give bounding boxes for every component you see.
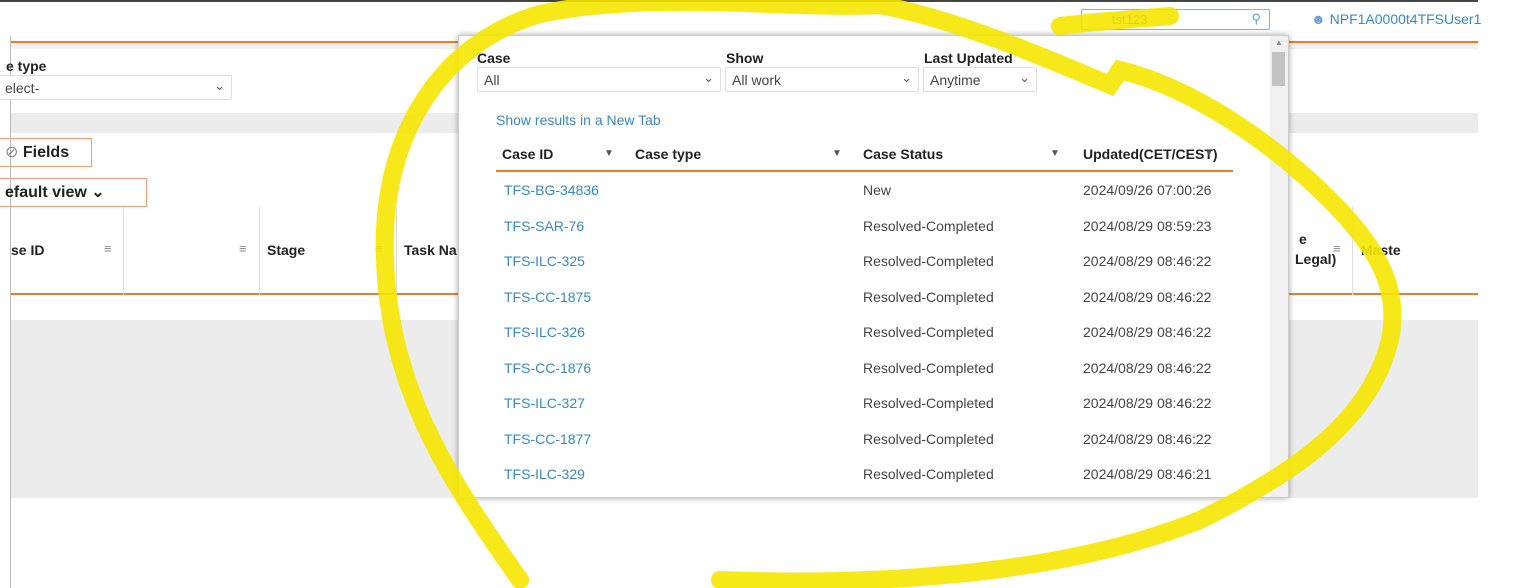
show-results-new-tab-link[interactable]: Show results in a New Tab: [496, 112, 661, 128]
view-label: efault view: [5, 184, 87, 201]
updated-time: 2024/08/29 08:46:22: [1083, 359, 1212, 376]
filter-icon[interactable]: ≡: [239, 241, 247, 256]
result-row: TFS-ILC-326 Resolved-Completed 2024/08/29 …: [496, 316, 1233, 351]
column-case-id[interactable]: se ID ≡: [11, 207, 124, 295]
case-id-link[interactable]: TFS-CC-1877: [504, 431, 591, 447]
case-id-link[interactable]: TFS-CC-1875: [504, 289, 591, 305]
column-master[interactable]: Maste: [1353, 207, 1413, 295]
updated-time: 2024/09/26 07:00:26: [1083, 182, 1212, 198]
column-case-status[interactable]: Case Status: [863, 146, 943, 162]
filter-icon[interactable]: ≡: [104, 241, 112, 256]
case-id-link[interactable]: TFS-CC-1876: [504, 360, 591, 376]
updated-time: 2024/08/29 08:59:23: [1083, 217, 1212, 234]
result-row: TFS-SAR-76 Resolved-Completed 2024/08/29 0…: [496, 210, 1233, 245]
results-table-header: Case ID ▼ Case type ▼ Case Status ▼ Updated…: [496, 140, 1233, 172]
chevron-down-icon: ⌄: [703, 70, 714, 85]
column-label: Stage: [267, 242, 306, 258]
case-status: Resolved-Completed: [863, 288, 994, 305]
show-filter-value: All work: [732, 72, 782, 88]
case-id-link[interactable]: TFS-ILC-326: [504, 324, 585, 340]
case-status: Resolved-Completed: [863, 359, 994, 376]
updated-time: 2024/08/29 08:46:22: [1083, 430, 1212, 447]
updated-time: 2024/08/29 08:46:22: [1083, 253, 1212, 269]
filter-icon[interactable]: ≡: [375, 241, 383, 256]
result-row: TFS-ILC-325 Resolved-Completed 2024/08/29 …: [496, 245, 1233, 280]
column-2[interactable]: ≡: [124, 207, 260, 295]
case-filter-select[interactable]: All ⌄: [477, 67, 721, 92]
chevron-down-icon: ⌄: [1019, 70, 1030, 85]
result-row: TFS-ILC-329 Resolved-Completed 2024/08/29 …: [496, 458, 1233, 493]
updated-time: 2024/08/29 08:46:22: [1083, 288, 1212, 305]
case-status: Resolved-Completed: [863, 253, 994, 269]
filter-icon[interactable]: ▼: [1204, 148, 1214, 159]
updated-time: 2024/08/29 08:46:22: [1083, 395, 1212, 411]
result-row: TFS-CC-1877 Resolved-Completed 2024/08/29 …: [496, 423, 1233, 458]
show-filter-label: Show: [726, 50, 764, 66]
result-row: TFS-BG-34836 New 2024/09/26 07:00:26: [496, 174, 1233, 209]
case-status: Resolved-Completed: [863, 466, 994, 482]
updated-filter-select[interactable]: Anytime ⌄: [923, 67, 1037, 92]
case-status: Resolved-Completed: [863, 395, 994, 411]
column-updated[interactable]: Updated(CET/CEST): [1083, 146, 1218, 162]
search-input[interactable]: [1112, 12, 1262, 27]
column-label: Maste: [1361, 242, 1401, 258]
user-name: NPF1A0000t4TFSUser1: [1329, 11, 1482, 27]
updated-filter-value: Anytime: [930, 72, 981, 88]
updated-filter-label: Last Updated: [924, 50, 1013, 66]
case-status: New: [863, 182, 892, 198]
chevron-down-icon: ⌄: [901, 70, 912, 85]
scrollbar[interactable]: ▲: [1270, 36, 1288, 497]
case-status: Resolved-Completed: [863, 324, 994, 340]
search-icon[interactable]: ⚲: [1251, 11, 1261, 27]
fields-button[interactable]: ⊘ Fields: [0, 138, 92, 167]
case-status: Resolved-Completed: [863, 217, 994, 234]
updated-time: 2024/08/29 08:46:22: [1083, 324, 1212, 340]
result-row: TFS-CC-1875 Resolved-Completed 2024/08/29 …: [496, 281, 1233, 316]
result-row: TFS-CC-1876 Resolved-Completed 2024/08/29 …: [496, 352, 1233, 387]
user-icon: ☻: [1311, 11, 1326, 27]
scroll-up-icon[interactable]: ▲: [1275, 38, 1283, 47]
case-id-link[interactable]: TFS-ILC-329: [504, 466, 585, 482]
search-box[interactable]: ⚲: [1081, 9, 1270, 30]
column-label: e: [1299, 231, 1307, 247]
case-type-label: e type: [6, 58, 47, 74]
filter-icon[interactable]: ▼: [832, 148, 842, 159]
show-filter-select[interactable]: All work ⌄: [725, 67, 919, 92]
column-case-type[interactable]: Case type: [635, 146, 701, 162]
filter-icon[interactable]: ≡: [1333, 241, 1341, 256]
scrollbar-thumb[interactable]: [1272, 52, 1285, 86]
view-select-button[interactable]: efault view ⌄: [0, 178, 147, 207]
case-type-select[interactable]: elect- ⌄: [0, 75, 232, 100]
filter-icon[interactable]: ▼: [1050, 148, 1060, 159]
top-border: [0, 0, 1478, 2]
column-label: se ID: [11, 242, 45, 258]
filter-icon[interactable]: ▼: [604, 148, 614, 159]
case-type-value: elect-: [5, 80, 40, 96]
case-status: Resolved-Completed: [863, 430, 994, 447]
case-id-link[interactable]: TFS-BG-34836: [504, 182, 599, 198]
fields-label: Fields: [22, 144, 70, 161]
case-filter-value: All: [484, 72, 500, 88]
case-id-link[interactable]: TFS-ILC-325: [504, 253, 585, 269]
search-results-popup: Case All ⌄ Show All work ⌄ Last Updated An…: [458, 35, 1289, 498]
case-id-link[interactable]: TFS-ILC-327: [504, 395, 585, 411]
column-case-id[interactable]: Case ID: [502, 146, 553, 162]
column-label: Task Na: [404, 242, 457, 258]
case-filter-label: Case: [477, 50, 511, 66]
updated-time: 2024/08/29 08:46:21: [1083, 466, 1212, 482]
result-row: TFS-ILC-327 Resolved-Completed 2024/08/29 …: [496, 387, 1233, 422]
chevron-down-icon: ⌄: [91, 184, 105, 201]
column-label: Legal): [1295, 251, 1337, 267]
chevron-down-icon: ⌄: [214, 78, 225, 93]
case-id-link[interactable]: TFS-SAR-76: [504, 218, 584, 234]
eye-slash-icon: ⊘: [5, 144, 19, 161]
user-menu[interactable]: ☻ NPF1A0000t4TFSUser1: [1311, 11, 1481, 27]
column-stage[interactable]: Stage ≡: [260, 207, 397, 295]
